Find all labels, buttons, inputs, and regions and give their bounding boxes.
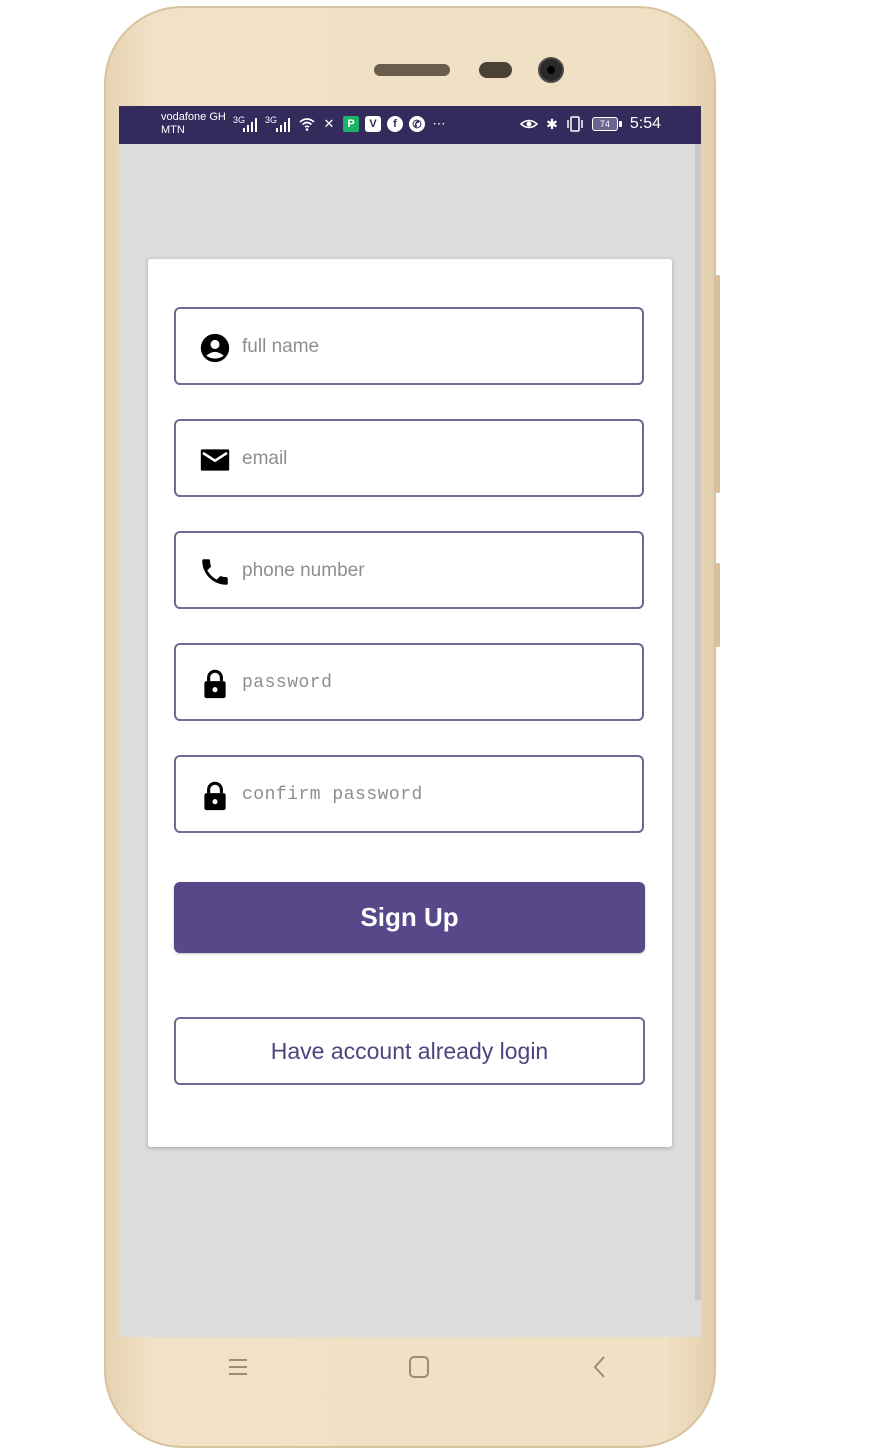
menu-nav-button[interactable] (223, 1352, 253, 1382)
carrier-info: vodafone GH MTN (161, 111, 226, 137)
proximity-sensor (479, 62, 512, 78)
carrier-secondary: MTN (161, 124, 185, 136)
battery-icon: 74 (591, 117, 622, 131)
eye-icon (520, 119, 539, 129)
account-circle-icon (200, 333, 230, 363)
volume-button (715, 275, 720, 493)
satellite-icon: ✕ (323, 116, 335, 131)
full-name-placeholder: full name (242, 336, 320, 357)
signal-strength-icon (276, 118, 290, 132)
home-square-icon (409, 1356, 429, 1378)
email-placeholder: email (242, 448, 288, 469)
confirm-password-field[interactable]: confirm password (174, 755, 644, 833)
lock-icon (204, 669, 226, 699)
earpiece-speaker (374, 64, 450, 76)
power-button (715, 563, 720, 647)
login-button[interactable]: Have account already login (174, 1017, 645, 1085)
notification-icons: ✕ P V f ✆ ⋯ (299, 116, 447, 132)
lock-icon (204, 781, 226, 811)
password-field[interactable]: password (174, 643, 644, 721)
password-placeholder: password (242, 673, 333, 693)
battery-level: 74 (599, 119, 610, 129)
sign-up-button[interactable]: Sign Up (174, 882, 645, 953)
more-icon: ⋯ (432, 116, 446, 131)
phone-number-field[interactable]: phone number (174, 531, 644, 609)
bluetooth-icon: ✱ (546, 115, 558, 132)
clock: 5:54 (629, 115, 661, 132)
back-nav-button[interactable] (585, 1352, 615, 1382)
mail-icon (200, 449, 230, 471)
whatsapp-icon: ✆ (409, 116, 425, 132)
wifi-icon (299, 118, 315, 131)
system-status: ✱ 74 5:54 (520, 115, 661, 133)
navigation-bar (0, 1337, 869, 1397)
menu-icon (229, 1359, 247, 1375)
confirm-password-placeholder: confirm password (242, 785, 423, 805)
back-chevron-icon (593, 1356, 605, 1378)
signup-card: full name email phone number password co… (148, 259, 672, 1147)
v-app-icon: V (365, 116, 381, 132)
facebook-icon: f (387, 116, 403, 132)
carrier-primary: vodafone GH (161, 111, 226, 123)
status-bar: vodafone GH MTN 3G 3G ✕ P V f ✆ ⋯ ✱ 74 5… (119, 106, 701, 144)
scrollbar[interactable] (695, 144, 701, 1300)
phone-icon (202, 559, 228, 585)
p-app-icon: P (343, 116, 359, 132)
full-name-field[interactable]: full name (174, 307, 644, 385)
front-camera (538, 57, 564, 83)
phone-number-placeholder: phone number (242, 560, 365, 581)
home-nav-button[interactable] (404, 1352, 434, 1382)
vibrate-icon (567, 116, 583, 132)
email-field[interactable]: email (174, 419, 644, 497)
signal-strength-icon (243, 118, 257, 132)
app-screen: vodafone GH MTN 3G 3G ✕ P V f ✆ ⋯ ✱ 74 5… (119, 106, 701, 1337)
